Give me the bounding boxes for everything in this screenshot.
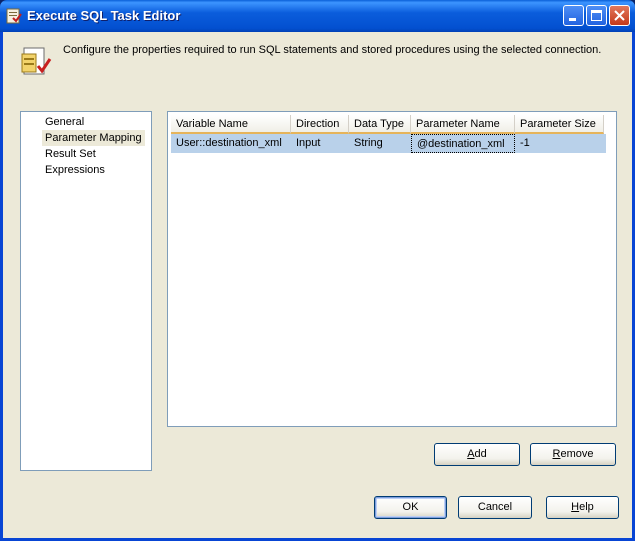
window: Execute SQL Task Editor Configure the pr… (0, 0, 635, 541)
title-bar[interactable]: Execute SQL Task Editor (0, 0, 635, 32)
window-title: Execute SQL Task Editor (27, 8, 181, 23)
header-description: Configure the properties required to run… (63, 44, 602, 56)
cell-parameter-size[interactable]: -1 (515, 134, 604, 153)
column-header-parameter-name[interactable]: Parameter Name (411, 115, 515, 134)
sql-task-icon (6, 8, 22, 24)
nav-item-general[interactable]: General (42, 114, 87, 130)
help-button[interactable]: Help (546, 496, 619, 519)
column-header-parameter-size[interactable]: Parameter Size (515, 115, 604, 134)
maximize-button[interactable] (586, 5, 607, 26)
parameter-grid: Variable Name Direction Data Type Parame… (167, 111, 617, 427)
remove-button[interactable]: Remove (530, 443, 616, 466)
minimize-button[interactable] (563, 5, 584, 26)
nav-item-expressions[interactable]: Expressions (42, 162, 108, 178)
cell-data-type[interactable]: String (349, 134, 411, 153)
column-header-direction[interactable]: Direction (291, 115, 349, 134)
cell-parameter-name[interactable]: @destination_xml (411, 134, 515, 153)
cancel-button[interactable]: Cancel (458, 496, 532, 519)
add-button[interactable]: Add (434, 443, 520, 466)
column-header-data-type[interactable]: Data Type (349, 115, 411, 134)
task-editor-icon (20, 46, 54, 78)
help-label: elp (579, 501, 594, 513)
add-label: dd (474, 448, 487, 460)
cell-direction[interactable]: Input (291, 134, 349, 153)
nav-item-parameter-mapping[interactable]: Parameter Mapping (42, 130, 145, 146)
nav-item-result-set[interactable]: Result Set (42, 146, 99, 162)
remove-label: emove (560, 448, 594, 460)
help-mnemonic: H (571, 501, 580, 513)
ok-button[interactable]: OK (374, 496, 447, 519)
column-header-variable-name[interactable]: Variable Name (171, 115, 291, 134)
add-mnemonic: A (467, 448, 475, 460)
page-list: General Parameter Mapping Result Set Exp… (20, 111, 152, 471)
close-button[interactable] (609, 5, 630, 26)
cell-variable-name[interactable]: User::destination_xml (171, 134, 291, 153)
